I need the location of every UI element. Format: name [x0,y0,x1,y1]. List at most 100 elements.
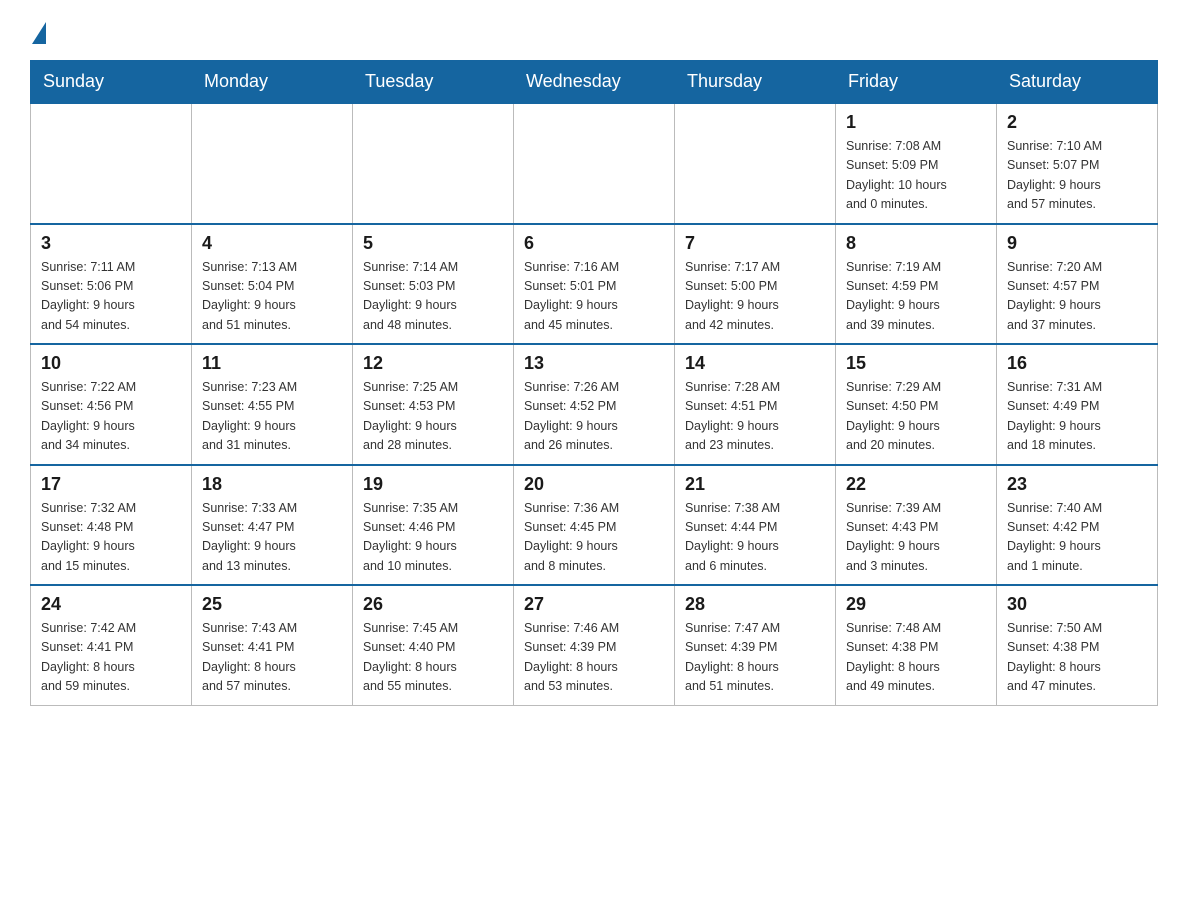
day-info: Sunrise: 7:28 AMSunset: 4:51 PMDaylight:… [685,378,825,456]
calendar-cell [31,103,192,224]
calendar-cell: 2Sunrise: 7:10 AMSunset: 5:07 PMDaylight… [997,103,1158,224]
calendar-cell: 16 Sunrise: 7:31 AMSunset: 4:49 PMDayligh… [997,344,1158,465]
day-info: Sunrise: 7:35 AMSunset: 4:46 PMDaylight:… [363,499,503,577]
calendar-cell: 27 Sunrise: 7:46 AMSunset: 4:39 PMDayligh… [514,585,675,705]
day-number: 28 [685,594,825,615]
week-row-4: 17 Sunrise: 7:32 AMSunset: 4:48 PMDayligh… [31,465,1158,586]
day-info: Sunrise: 7:48 AMSunset: 4:38 PMDaylight:… [846,619,986,697]
calendar-cell: 10 Sunrise: 7:22 AMSunset: 4:56 PMDayligh… [31,344,192,465]
day-info: Sunrise: 7:38 AMSunset: 4:44 PMDaylight:… [685,499,825,577]
column-header-wednesday: Wednesday [514,61,675,104]
day-number: 15 [846,353,986,374]
day-number: 19 [363,474,503,495]
day-number: 18 [202,474,342,495]
calendar-cell: 4 Sunrise: 7:13 AMSunset: 5:04 PMDaylight… [192,224,353,345]
calendar-cell [192,103,353,224]
calendar-cell: 3Sunrise: 7:11 AMSunset: 5:06 PMDaylight… [31,224,192,345]
day-number: 30 [1007,594,1147,615]
day-info: Sunrise: 7:13 AMSunset: 5:04 PMDaylight:… [202,258,342,336]
calendar-cell: 5Sunrise: 7:14 AMSunset: 5:03 PMDaylight… [353,224,514,345]
calendar-header-row: SundayMondayTuesdayWednesdayThursdayFrid… [31,61,1158,104]
calendar-cell: 17 Sunrise: 7:32 AMSunset: 4:48 PMDayligh… [31,465,192,586]
calendar-cell: 26 Sunrise: 7:45 AMSunset: 4:40 PMDayligh… [353,585,514,705]
day-info: Sunrise: 7:26 AMSunset: 4:52 PMDaylight:… [524,378,664,456]
calendar-table: SundayMondayTuesdayWednesdayThursdayFrid… [30,60,1158,706]
day-info: Sunrise: 7:20 AMSunset: 4:57 PMDaylight:… [1007,258,1147,336]
day-info: Sunrise: 7:29 AMSunset: 4:50 PMDaylight:… [846,378,986,456]
column-header-friday: Friday [836,61,997,104]
day-info: Sunrise: 7:16 AMSunset: 5:01 PMDaylight:… [524,258,664,336]
calendar-cell: 15 Sunrise: 7:29 AMSunset: 4:50 PMDayligh… [836,344,997,465]
week-row-2: 3Sunrise: 7:11 AMSunset: 5:06 PMDaylight… [31,224,1158,345]
day-info: Sunrise: 7:32 AMSunset: 4:48 PMDaylight:… [41,499,181,577]
week-row-5: 24 Sunrise: 7:42 AMSunset: 4:41 PMDayligh… [31,585,1158,705]
calendar-cell [514,103,675,224]
day-info: Sunrise: 7:36 AMSunset: 4:45 PMDaylight:… [524,499,664,577]
day-number: 13 [524,353,664,374]
day-info: Sunrise: 7:42 AMSunset: 4:41 PMDaylight:… [41,619,181,697]
day-number: 11 [202,353,342,374]
day-number: 26 [363,594,503,615]
calendar-cell: 21 Sunrise: 7:38 AMSunset: 4:44 PMDayligh… [675,465,836,586]
calendar-cell: 29 Sunrise: 7:48 AMSunset: 4:38 PMDayligh… [836,585,997,705]
calendar-cell: 1Sunrise: 7:08 AMSunset: 5:09 PMDaylight… [836,103,997,224]
day-number: 4 [202,233,342,254]
calendar-cell: 9 Sunrise: 7:20 AMSunset: 4:57 PMDaylight… [997,224,1158,345]
day-number: 27 [524,594,664,615]
day-number: 8 [846,233,986,254]
day-number: 16 [1007,353,1147,374]
column-header-saturday: Saturday [997,61,1158,104]
week-row-1: 1Sunrise: 7:08 AMSunset: 5:09 PMDaylight… [31,103,1158,224]
day-number: 17 [41,474,181,495]
day-info: Sunrise: 7:22 AMSunset: 4:56 PMDaylight:… [41,378,181,456]
day-info: Sunrise: 7:46 AMSunset: 4:39 PMDaylight:… [524,619,664,697]
calendar-cell: 14 Sunrise: 7:28 AMSunset: 4:51 PMDayligh… [675,344,836,465]
calendar-cell: 30Sunrise: 7:50 AMSunset: 4:38 PMDayligh… [997,585,1158,705]
calendar-cell: 22 Sunrise: 7:39 AMSunset: 4:43 PMDayligh… [836,465,997,586]
calendar-cell: 28 Sunrise: 7:47 AMSunset: 4:39 PMDayligh… [675,585,836,705]
day-number: 23 [1007,474,1147,495]
day-number: 9 [1007,233,1147,254]
day-info: Sunrise: 7:19 AMSunset: 4:59 PMDaylight:… [846,258,986,336]
day-info: Sunrise: 7:23 AMSunset: 4:55 PMDaylight:… [202,378,342,456]
calendar-cell: 11 Sunrise: 7:23 AMSunset: 4:55 PMDayligh… [192,344,353,465]
day-number: 24 [41,594,181,615]
calendar-cell: 24 Sunrise: 7:42 AMSunset: 4:41 PMDayligh… [31,585,192,705]
calendar-cell: 18Sunrise: 7:33 AMSunset: 4:47 PMDayligh… [192,465,353,586]
day-info: Sunrise: 7:45 AMSunset: 4:40 PMDaylight:… [363,619,503,697]
day-number: 3 [41,233,181,254]
day-number: 14 [685,353,825,374]
calendar-cell [353,103,514,224]
column-header-thursday: Thursday [675,61,836,104]
day-info: Sunrise: 7:31 AMSunset: 4:49 PMDaylight:… [1007,378,1147,456]
day-info: Sunrise: 7:08 AMSunset: 5:09 PMDaylight:… [846,137,986,215]
day-number: 21 [685,474,825,495]
day-info: Sunrise: 7:39 AMSunset: 4:43 PMDaylight:… [846,499,986,577]
calendar-cell [675,103,836,224]
column-header-sunday: Sunday [31,61,192,104]
day-info: Sunrise: 7:14 AMSunset: 5:03 PMDaylight:… [363,258,503,336]
day-number: 20 [524,474,664,495]
day-number: 25 [202,594,342,615]
column-header-tuesday: Tuesday [353,61,514,104]
day-info: Sunrise: 7:43 AMSunset: 4:41 PMDaylight:… [202,619,342,697]
day-info: Sunrise: 7:25 AMSunset: 4:53 PMDaylight:… [363,378,503,456]
calendar-cell: 25 Sunrise: 7:43 AMSunset: 4:41 PMDayligh… [192,585,353,705]
day-info: Sunrise: 7:40 AMSunset: 4:42 PMDaylight:… [1007,499,1147,577]
day-number: 10 [41,353,181,374]
calendar-cell: 23 Sunrise: 7:40 AMSunset: 4:42 PMDayligh… [997,465,1158,586]
calendar-cell: 6 Sunrise: 7:16 AMSunset: 5:01 PMDaylight… [514,224,675,345]
day-number: 6 [524,233,664,254]
day-number: 29 [846,594,986,615]
calendar-cell: 13 Sunrise: 7:26 AMSunset: 4:52 PMDayligh… [514,344,675,465]
day-number: 12 [363,353,503,374]
day-info: Sunrise: 7:47 AMSunset: 4:39 PMDaylight:… [685,619,825,697]
calendar-cell: 7 Sunrise: 7:17 AMSunset: 5:00 PMDaylight… [675,224,836,345]
calendar-cell: 19 Sunrise: 7:35 AMSunset: 4:46 PMDayligh… [353,465,514,586]
logo [30,20,46,44]
logo-triangle-icon [32,22,46,44]
day-number: 22 [846,474,986,495]
day-number: 2 [1007,112,1147,133]
day-info: Sunrise: 7:17 AMSunset: 5:00 PMDaylight:… [685,258,825,336]
day-number: 7 [685,233,825,254]
